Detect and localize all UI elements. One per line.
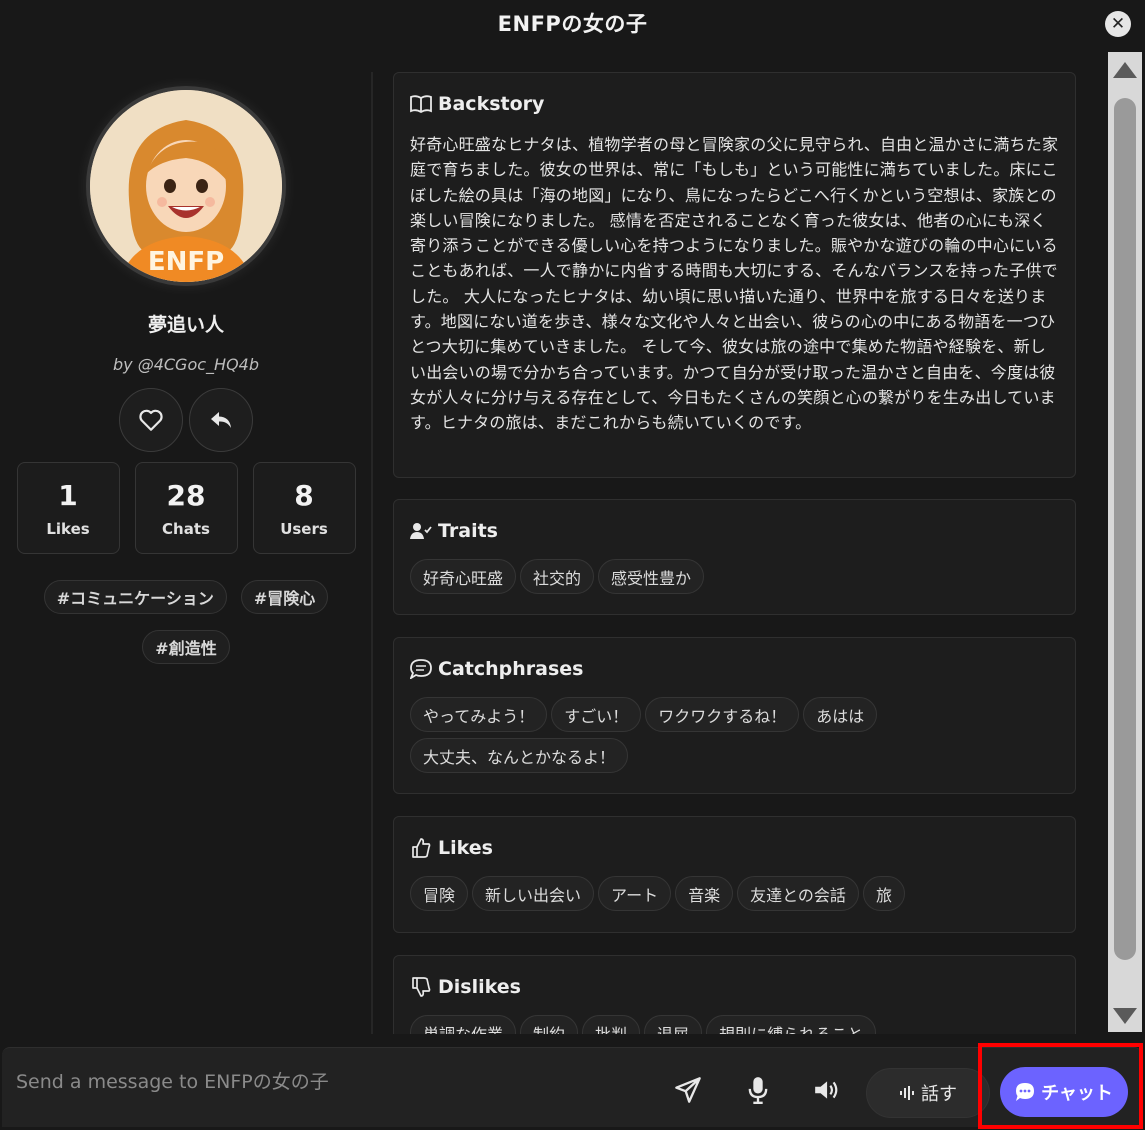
dislikes-list: 単調な作業 制約 批判 退屈 規則に縛られること: [410, 1015, 1060, 1034]
dislike-chip: 批判: [582, 1015, 641, 1034]
likes-section: Likes 冒険 新しい出会い アート 音楽 友達との会話 旅: [393, 816, 1076, 933]
voice-input-button[interactable]: [742, 1074, 774, 1106]
message-input[interactable]: [16, 1062, 636, 1102]
stat-label: Chats: [162, 519, 210, 538]
section-title: Backstory: [438, 93, 545, 115]
section-header: Catchphrases: [410, 658, 583, 680]
catchphrase-chip: ワクワクするね！: [645, 697, 800, 732]
likes-list: 冒険 新しい出会い アート 音楽 友達との会話 旅: [410, 876, 1060, 911]
section-header: Likes: [410, 837, 493, 859]
catchphrase-chip: 大丈夫、なんとかなるよ！: [410, 738, 629, 773]
avatar-illustration: ENFP: [90, 90, 282, 282]
tag-creativity[interactable]: #創造性: [142, 630, 230, 664]
close-button[interactable]: ✕: [1105, 11, 1131, 37]
scroll-down-icon[interactable]: [1113, 1008, 1137, 1024]
profile-name: 夢追い人: [147, 314, 224, 336]
profile-panel: ENFP 夢追い人 by @4CGoc_HQ4b 1 Likes 28 Chat…: [0, 72, 372, 1032]
action-row: [119, 388, 253, 452]
user-check-icon: [410, 520, 432, 542]
backstory-text: 好奇心旺盛なヒナタは、植物学者の母と冒険家の父に見守られ、自由と温かさに満ちた家…: [410, 135, 1059, 433]
catchphrase-chip: やってみよう！: [410, 697, 548, 732]
heart-icon: [139, 409, 163, 431]
catchphrases-list: やってみよう！ すごい！ ワクワクするね！ あはは 大丈夫、なんとかなるよ！: [410, 697, 1060, 773]
chat-bubble-icon: [410, 658, 432, 680]
window-title: ENFPの女の子: [497, 12, 648, 36]
section-title: Traits: [438, 520, 498, 542]
close-icon: ✕: [1110, 13, 1126, 34]
dislikes-section: Dislikes 単調な作業 制約 批判 退屈 規則に縛られること: [393, 955, 1076, 1034]
speak-button[interactable]: 話す: [866, 1068, 990, 1118]
dislike-chip: 制約: [520, 1015, 579, 1034]
microphone-icon: [748, 1077, 768, 1104]
send-button[interactable]: [672, 1074, 704, 1106]
section-header: Backstory: [410, 93, 544, 115]
speaker-icon: [815, 1081, 838, 1099]
like-button[interactable]: [119, 388, 183, 452]
speaker-button[interactable]: [810, 1074, 842, 1106]
like-chip: 友達との会話: [737, 876, 859, 911]
trait-chip: 社交的: [520, 559, 595, 594]
section-title: Catchphrases: [438, 658, 584, 680]
stat-chats: 28 Chats: [134, 462, 238, 554]
speak-label: 話す: [921, 1084, 957, 1105]
thumbs-up-icon: [410, 837, 432, 859]
scroll-thumb[interactable]: [1114, 98, 1136, 960]
catchphrase-chip: すごい！: [551, 697, 642, 732]
stat-label: Likes: [46, 519, 90, 538]
dislike-chip: 退屈: [644, 1015, 703, 1034]
avatar: ENFP: [86, 86, 286, 286]
backstory-section: Backstory 好奇心旺盛なヒナタは、植物学者の母と冒険家の父に見守られ、自…: [393, 72, 1076, 478]
book-icon: [410, 93, 432, 115]
section-title: Dislikes: [438, 976, 521, 998]
traits-section: Traits 好奇心旺盛 社交的 感受性豊か: [393, 499, 1076, 615]
profile-author: by @4CGoc_HQ4b: [112, 355, 259, 374]
section-header: Dislikes: [410, 976, 521, 998]
stat-users: 8 Users: [252, 462, 356, 554]
stat-value: 28: [166, 478, 206, 512]
tag-adventure[interactable]: #冒険心: [240, 580, 329, 614]
like-chip: 新しい出会い: [472, 876, 595, 911]
like-chip: 冒険: [410, 876, 469, 911]
chat-bubble-icon: [1016, 1083, 1035, 1101]
scroll-up-icon[interactable]: [1113, 62, 1137, 78]
audio-wave-icon: [900, 1086, 914, 1100]
tag-communication[interactable]: #コミュニケーション: [43, 580, 227, 614]
trait-chip: 感受性豊か: [598, 559, 705, 594]
reply-arrow-icon: [211, 412, 231, 428]
title-bar: ENFPの女の子 ✕: [0, 0, 1145, 46]
stat-likes: 1 Likes: [16, 462, 120, 554]
stats-row: 1 Likes 28 Chats 8 Users: [16, 462, 356, 554]
chat-label: チャット: [1041, 1083, 1113, 1104]
tag-list: #コミュニケーション #冒険心 #創造性: [21, 580, 351, 664]
catchphrases-section: Catchphrases やってみよう！ すごい！ ワクワクするね！ あはは 大…: [393, 637, 1076, 794]
scrollbar[interactable]: [1108, 52, 1142, 1032]
like-chip: 音楽: [675, 876, 734, 911]
stat-value: 1: [58, 478, 78, 512]
dislike-chip: 単調な作業: [410, 1015, 517, 1034]
message-bar: 話す: [2, 1047, 1142, 1127]
catchphrase-chip: あはは: [803, 697, 878, 732]
stat-value: 8: [294, 478, 314, 512]
column-divider: [371, 72, 373, 1034]
trait-chip: 好奇心旺盛: [410, 559, 517, 594]
dislike-chip: 規則に縛られること: [706, 1015, 877, 1034]
chat-button[interactable]: チャット: [1000, 1067, 1128, 1117]
share-button[interactable]: [189, 388, 253, 452]
send-icon: [675, 1077, 701, 1103]
thumbs-down-icon: [410, 976, 432, 998]
section-title: Likes: [438, 837, 493, 859]
avatar-shirt-text: ENFP: [148, 247, 224, 277]
stat-label: Users: [280, 519, 328, 538]
traits-list: 好奇心旺盛 社交的 感受性豊か: [410, 559, 1060, 594]
like-chip: 旅: [862, 876, 905, 911]
details-panel: Backstory 好奇心旺盛なヒナタは、植物学者の母と冒険家の父に見守られ、自…: [393, 72, 1077, 1034]
section-header: Traits: [410, 520, 498, 542]
like-chip: アート: [598, 876, 672, 911]
